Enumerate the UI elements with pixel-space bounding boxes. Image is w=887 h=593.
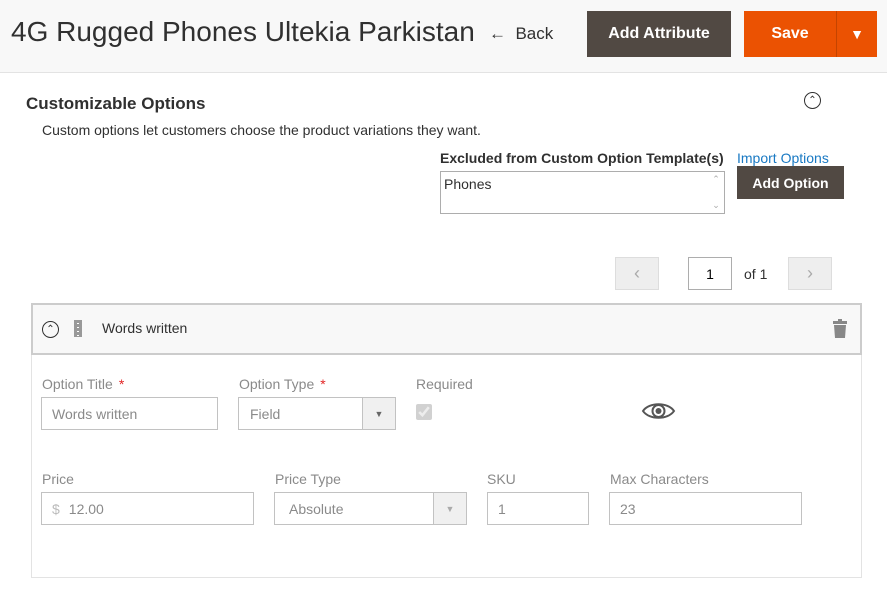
sku-label: SKU <box>487 471 516 487</box>
caret-down-icon: ▼ <box>362 398 395 429</box>
required-label: Required <box>416 376 473 392</box>
chevron-up-circle-icon[interactable]: ⌃ <box>804 92 821 109</box>
scrollbar[interactable]: ⌃ ⌄ <box>708 172 724 213</box>
eye-icon[interactable] <box>641 400 676 427</box>
caret-down-icon: ▼ <box>850 26 864 42</box>
save-button[interactable]: Save <box>744 11 836 57</box>
save-dropdown-button[interactable]: ▼ <box>836 11 877 57</box>
chevron-up-circle-icon[interactable]: ⌃ <box>42 321 59 338</box>
section-description: Custom options let customers choose the … <box>42 122 481 138</box>
prev-page-button[interactable]: ‹ <box>615 257 659 290</box>
excluded-templates-field[interactable]: Phones <box>440 171 725 214</box>
option-title-input[interactable] <box>41 397 218 430</box>
option-type-select[interactable]: Field ▼ <box>238 397 396 430</box>
max-characters-input[interactable] <box>609 492 802 525</box>
add-attribute-button[interactable]: Add Attribute <box>587 11 731 57</box>
option-type-label: Option Type <box>239 376 315 392</box>
max-characters-label: Max Characters <box>610 471 709 487</box>
back-button[interactable]: ← Back <box>489 24 553 44</box>
drag-handle-icon[interactable] <box>74 320 82 337</box>
price-label: Price <box>42 471 74 487</box>
page-title: 4G Rugged Phones Ultekia Parkistan <box>11 16 475 47</box>
required-checkbox[interactable] <box>416 404 432 420</box>
excluded-label: Excluded from Custom Option Template(s) <box>440 150 724 166</box>
arrow-left-icon: ← <box>489 24 506 43</box>
price-type-label: Price Type <box>275 471 341 487</box>
sku-input[interactable] <box>487 492 589 525</box>
import-options-link[interactable]: Import Options <box>737 150 829 166</box>
option-title-label: Option Title <box>42 376 113 392</box>
trash-icon[interactable] <box>833 319 847 343</box>
section-title: Customizable Options <box>26 94 206 113</box>
page-input[interactable] <box>688 257 732 290</box>
price-type-select[interactable]: Absolute ▼ <box>274 492 467 525</box>
page-count: of 1 <box>744 266 768 282</box>
add-option-button[interactable]: Add Option <box>737 166 844 199</box>
next-page-button[interactable]: › <box>788 257 832 290</box>
price-input[interactable]: $12.00 <box>41 492 254 525</box>
option-name: Words written <box>102 320 188 336</box>
caret-down-icon: ▼ <box>433 493 466 524</box>
